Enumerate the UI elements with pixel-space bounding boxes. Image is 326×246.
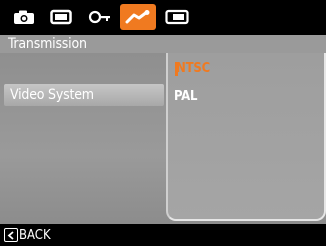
section-header: Transmission xyxy=(0,35,326,53)
playback-icon xyxy=(165,9,189,25)
tab-camera[interactable] xyxy=(7,4,41,30)
menu-item-label: Video System xyxy=(10,87,94,103)
option-pal[interactable]: PAL xyxy=(174,87,197,107)
back-button[interactable]: BACK xyxy=(4,227,51,243)
option-label: NTSC xyxy=(176,61,210,76)
tab-video[interactable] xyxy=(44,4,78,30)
top-tab-bar xyxy=(0,0,326,35)
option-ntsc[interactable]: NTSC xyxy=(174,59,210,79)
key-icon xyxy=(88,10,110,24)
option-label: PAL xyxy=(174,89,198,104)
back-label: BACK xyxy=(19,227,51,243)
menu-list: Video System xyxy=(0,53,166,224)
options-panel: NTSC PAL xyxy=(166,53,326,221)
video-frame-icon xyxy=(50,9,72,25)
section-title: Transmission xyxy=(8,36,87,52)
tab-settings[interactable] xyxy=(82,4,116,30)
selection-caret xyxy=(175,62,178,76)
camera-icon xyxy=(14,10,34,24)
tab-setup[interactable] xyxy=(120,4,156,30)
footer-bar: BACK xyxy=(0,224,326,246)
back-arrow-icon xyxy=(4,228,18,242)
tab-playback[interactable] xyxy=(160,4,194,30)
menu-item-video-system[interactable]: Video System xyxy=(4,84,164,106)
wrench-icon xyxy=(125,10,150,24)
